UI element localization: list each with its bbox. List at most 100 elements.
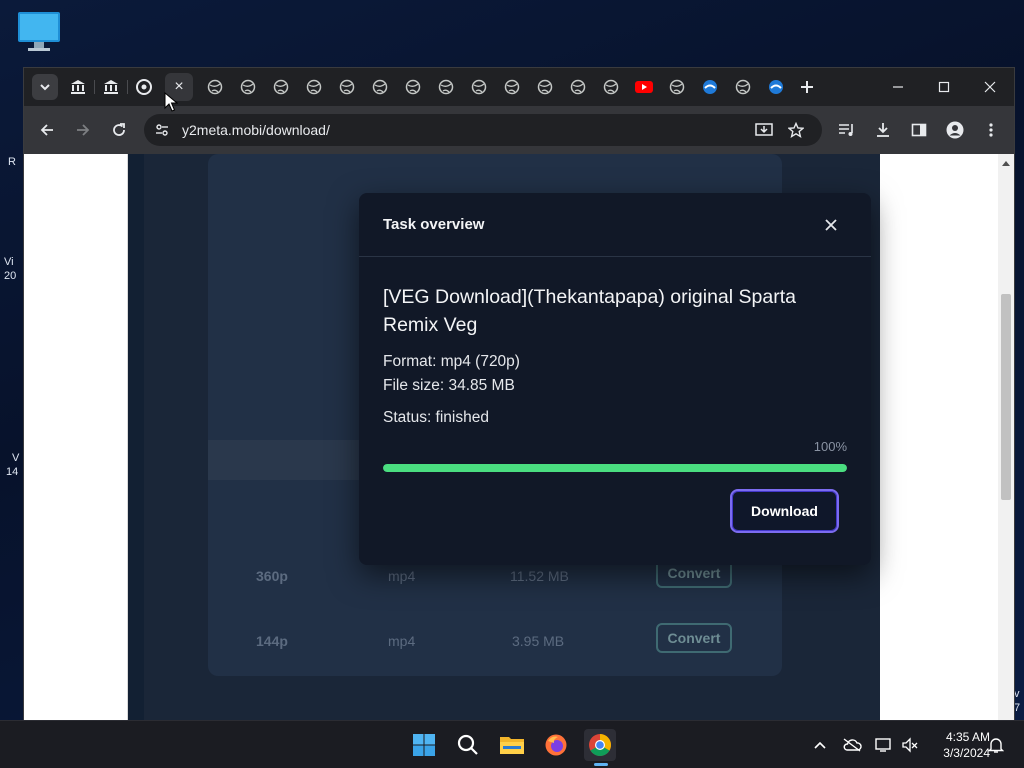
firefox-button[interactable] (540, 729, 572, 761)
desktop-edge-label: Vi (4, 256, 14, 268)
desktop-edge-label: v (1014, 688, 1020, 700)
close-icon (825, 219, 837, 231)
tab-globe[interactable] (336, 76, 358, 98)
maximize-button[interactable] (924, 74, 964, 100)
network-tray-button[interactable] (874, 735, 894, 755)
install-app-button[interactable] (754, 120, 774, 140)
minimize-icon (893, 86, 903, 88)
size-cell: 3.95 MB (512, 633, 565, 649)
globe-icon (438, 79, 454, 95)
desktop-edge-label: V (12, 452, 20, 464)
format-line: Format: mp4 (720p) (383, 353, 520, 370)
back-button[interactable] (35, 118, 59, 142)
address-bar[interactable]: y2meta.mobi/download/ (144, 114, 822, 146)
volume-tray-button[interactable] (900, 735, 920, 755)
side-panel-button[interactable] (907, 118, 931, 142)
tab-globe[interactable] (369, 76, 391, 98)
tab-globe[interactable] (534, 76, 556, 98)
tab-chrome[interactable] (133, 76, 155, 98)
show-hidden-icons-button[interactable] (810, 735, 830, 755)
chrome-taskbar-button[interactable] (584, 729, 616, 761)
onedrive-tray-button[interactable] (842, 735, 862, 755)
status-line: Status: finished (383, 409, 489, 426)
start-button[interactable] (408, 729, 440, 761)
tab-globe[interactable] (237, 76, 259, 98)
modal-close-button[interactable] (821, 215, 841, 235)
caret-up-icon (1002, 161, 1010, 166)
star-icon (788, 122, 804, 138)
site-info-button[interactable] (152, 120, 172, 140)
task-overview-modal: Task overview [VEG Download](Thekantapap… (359, 193, 871, 565)
download-button[interactable]: Download (730, 489, 839, 533)
profile-icon (946, 121, 964, 139)
globe-icon (339, 79, 355, 95)
blue-site-icon (769, 80, 783, 94)
minimize-button[interactable] (878, 74, 918, 100)
globe-icon (504, 79, 520, 95)
network-icon (875, 738, 891, 752)
profile-button[interactable] (943, 118, 967, 142)
tab-bank[interactable] (67, 76, 89, 98)
chrome-window: × y2meta.mobi/download/ 360p mp4 11.52 M… (24, 68, 1014, 720)
table-row: 144p mp4 3.95 MB Convert (208, 611, 782, 675)
tab-globe[interactable] (501, 76, 523, 98)
media-controls-button[interactable] (835, 118, 859, 142)
browser-toolbar: y2meta.mobi/download/ (24, 106, 1014, 154)
globe-icon (735, 79, 751, 95)
bank-icon (71, 80, 85, 94)
tab-globe[interactable] (303, 76, 325, 98)
close-window-button[interactable] (970, 74, 1010, 100)
desktop-edge-label: R (8, 156, 16, 168)
mouse-cursor-icon (164, 92, 178, 112)
tab-globe[interactable] (435, 76, 457, 98)
tab-edge-blue[interactable] (699, 76, 721, 98)
tab-globe[interactable] (732, 76, 754, 98)
tab-edge-blue[interactable] (765, 76, 787, 98)
chrome-icon (589, 734, 611, 756)
tab-globe[interactable] (204, 76, 226, 98)
active-app-indicator (594, 763, 608, 766)
search-icon (457, 734, 478, 755)
downloads-button[interactable] (871, 118, 895, 142)
tab-globe[interactable] (567, 76, 589, 98)
youtube-icon (635, 81, 653, 93)
search-button[interactable] (452, 729, 484, 761)
file-size-line: File size: 34.85 MB (383, 377, 515, 394)
tab-globe[interactable] (402, 76, 424, 98)
tab-globe[interactable] (270, 76, 292, 98)
tab-globe[interactable] (600, 76, 622, 98)
side-panel-icon (911, 123, 927, 137)
video-title: [VEG Download](Thekantapapa) original Sp… (383, 286, 796, 336)
globe-icon (471, 79, 487, 95)
quality-cell: 144p (256, 633, 288, 649)
reload-button[interactable] (107, 118, 131, 142)
page-scrollbar[interactable] (998, 154, 1014, 720)
forward-button[interactable] (71, 118, 95, 142)
install-icon (755, 123, 773, 136)
bookmark-button[interactable] (786, 120, 806, 140)
scroll-thumb[interactable] (1001, 294, 1011, 500)
notifications-button[interactable] (986, 735, 1006, 755)
chrome-icon (136, 79, 152, 95)
tab-youtube[interactable] (633, 76, 655, 98)
plus-icon (801, 81, 813, 93)
modal-title: Task overview (383, 216, 485, 233)
tab-search-button[interactable] (32, 74, 58, 100)
reload-icon (113, 123, 125, 136)
progress-fill (383, 464, 847, 472)
bank-icon (104, 80, 118, 94)
taskbar-clock[interactable]: 4:35 AM 3/3/2024 (922, 729, 990, 761)
playlist-icon (839, 124, 853, 136)
tab-globe[interactable] (468, 76, 490, 98)
maximize-icon (938, 81, 950, 93)
file-explorer-button[interactable] (496, 729, 528, 761)
tab-bank[interactable] (100, 76, 122, 98)
chrome-menu-button[interactable] (979, 118, 1003, 142)
new-tab-button[interactable] (796, 76, 818, 98)
this-pc-desktop-icon[interactable] (14, 8, 64, 56)
globe-icon (537, 79, 553, 95)
scroll-up-arrow[interactable] (1001, 158, 1011, 168)
globe-icon (240, 79, 256, 95)
convert-button[interactable]: Convert (656, 623, 732, 653)
tab-globe[interactable] (666, 76, 688, 98)
